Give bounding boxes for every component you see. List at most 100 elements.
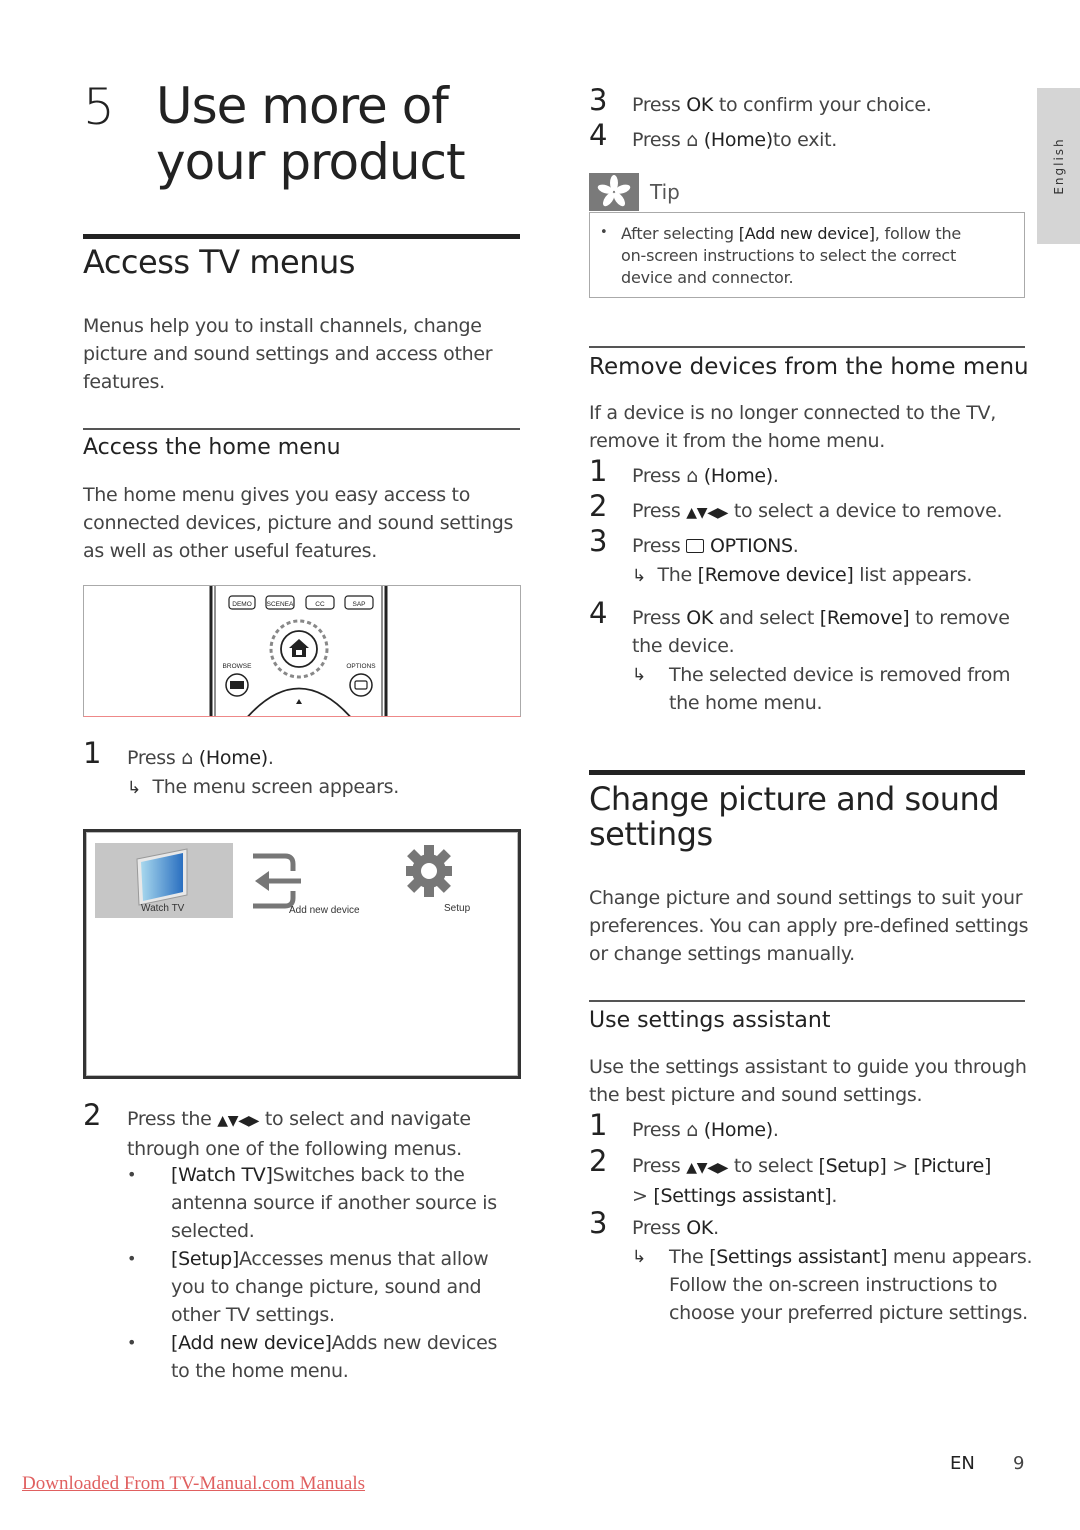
key-home: (Home) (198, 747, 268, 769)
list-item: • [Setup]Accesses menus that allow you t… (127, 1245, 527, 1329)
option-key: [Setup] (171, 1248, 240, 1270)
remove-step-2: Press ▲▼◀▶ to select a device to remove. (632, 497, 1003, 527)
text: The selected device is removed from (669, 664, 1011, 686)
list-item: • [Watch TV]Switches back to the antenna… (127, 1161, 527, 1245)
language-side-tab: English (1037, 88, 1080, 244)
option-desc: antenna source if another source is (171, 1192, 497, 1214)
options-icon (354, 680, 368, 690)
home-icon: ⌂ (181, 747, 194, 769)
text: Press (632, 129, 681, 151)
text: After selecting (621, 224, 739, 243)
step-number: 1 (83, 736, 102, 770)
remove-step-3-result: ↳ The [Remove device] list appears. (632, 561, 972, 590)
bullet: • (127, 1333, 137, 1352)
assistant-intro: Use the settings assistant to guide you … (589, 1053, 1027, 1109)
key-home: (Home) (703, 1119, 773, 1141)
text: Press (632, 1119, 681, 1141)
text-line: as well as other useful features. (83, 540, 377, 562)
scenea-label: SCENEA (267, 601, 294, 608)
text: the device. (632, 635, 735, 657)
key-remove: [Remove] (819, 607, 910, 629)
chapter-number: 5 (83, 78, 115, 136)
text: . (772, 1119, 779, 1141)
section-title-change-settings: Change picture and sound settings (589, 782, 1000, 853)
step-number: 3 (589, 83, 608, 117)
demo-label: DEMO (232, 601, 252, 608)
result-arrow-icon: ↳ (632, 1247, 646, 1267)
menu-item-label: Add new device (289, 905, 360, 916)
home-menu-screenshot: Watch TV Add new device Setup (83, 829, 521, 1079)
browse-icon (230, 681, 244, 689)
text: . (792, 535, 799, 557)
text: list appears. (853, 564, 973, 586)
option-desc: Switches back to the (272, 1164, 465, 1186)
text: The (657, 564, 698, 586)
subsection-rule (589, 1000, 1025, 1002)
step-number: 2 (589, 1144, 608, 1178)
subsection-rule (589, 346, 1025, 348)
subsection-title-home-menu: Access the home menu (83, 435, 341, 460)
page-number: 9 (1013, 1453, 1025, 1474)
text-end: . (267, 747, 274, 769)
text: Press (632, 607, 687, 629)
text-line: If a device is no longer connected to th… (589, 402, 996, 424)
step-3-text: Press OK to confirm your choice. (632, 91, 932, 119)
bullet: • (127, 1249, 137, 1268)
remove-intro: If a device is no longer connected to th… (589, 399, 996, 455)
key-setup: [Setup] (818, 1155, 887, 1177)
asterisk-icon (597, 175, 631, 207)
result-arrow-icon: ↳ (127, 778, 141, 798)
text: to select (733, 1155, 813, 1177)
key-ok: OK (686, 94, 714, 116)
cc-label: CC (315, 601, 325, 608)
key: [Remove device] (697, 564, 854, 586)
chapter-title-line1: Use more of (156, 77, 449, 135)
text: to confirm your choice. (718, 94, 932, 116)
tip-icon (589, 173, 639, 211)
assistant-step-2: Press ▲▼◀▶ to select [Setup] > [Picture]… (632, 1152, 991, 1210)
result-text: The menu screen appears. (152, 776, 399, 798)
step-number: 2 (589, 489, 608, 523)
text: to exit. (772, 129, 838, 151)
text: to select a device to remove. (733, 500, 1003, 522)
text: Press (632, 94, 681, 116)
text: through one of the following menus. (127, 1138, 462, 1160)
tip-box: • After selecting [Add new device], foll… (589, 212, 1025, 298)
option-desc: Adds new devices (331, 1332, 498, 1354)
download-source-link[interactable]: Downloaded From TV-Manual.com Manuals (22, 1473, 365, 1495)
text-line: Menus help you to install channels, chan… (83, 315, 482, 337)
text-line: or change settings manually. (589, 943, 855, 965)
key-picture: [Picture] (913, 1155, 992, 1177)
text: on-screen instructions to select the cor… (621, 246, 957, 265)
step-number: 1 (589, 454, 608, 488)
option-key: [Add new device] (171, 1332, 332, 1354)
language-label: English (1051, 137, 1066, 195)
text-line: settings (589, 815, 713, 853)
text: choose your preferred picture settings. (669, 1302, 1028, 1324)
text-line: the best picture and sound settings. (589, 1084, 923, 1106)
menu-item-add-new-device: Add new device (251, 843, 391, 918)
text: Press the (127, 1108, 212, 1130)
list-item: • [Add new device]Adds new devices to th… (127, 1329, 527, 1385)
text: Press (632, 1217, 687, 1239)
menu-options-list: • [Watch TV]Switches back to the antenna… (127, 1161, 527, 1385)
menu-item-watch-tv: Watch TV (95, 843, 233, 918)
text: The (669, 1246, 710, 1268)
key: [Settings assistant] (709, 1246, 888, 1268)
text: . (713, 1217, 719, 1239)
sap-label: SAP (352, 601, 365, 608)
nav-arrows-icon: ▲▼◀▶ (686, 1160, 729, 1176)
option-desc: other TV settings. (171, 1304, 335, 1326)
option-desc: selected. (171, 1220, 255, 1242)
text: menu appears. (887, 1246, 1033, 1268)
step-number: 4 (589, 118, 608, 152)
bullet: • (127, 1165, 137, 1184)
step-number: 1 (589, 1108, 608, 1142)
text: the home menu. (669, 692, 823, 714)
key-ok: OK (686, 1217, 714, 1239)
key: [Add new device] (738, 224, 875, 243)
key-home: (Home) (703, 129, 773, 151)
section-title-access-tv-menus: Access TV menus (83, 243, 355, 281)
tip-text: After selecting [Add new device], follow… (621, 223, 961, 289)
menu-item-setup: Setup (402, 843, 502, 918)
